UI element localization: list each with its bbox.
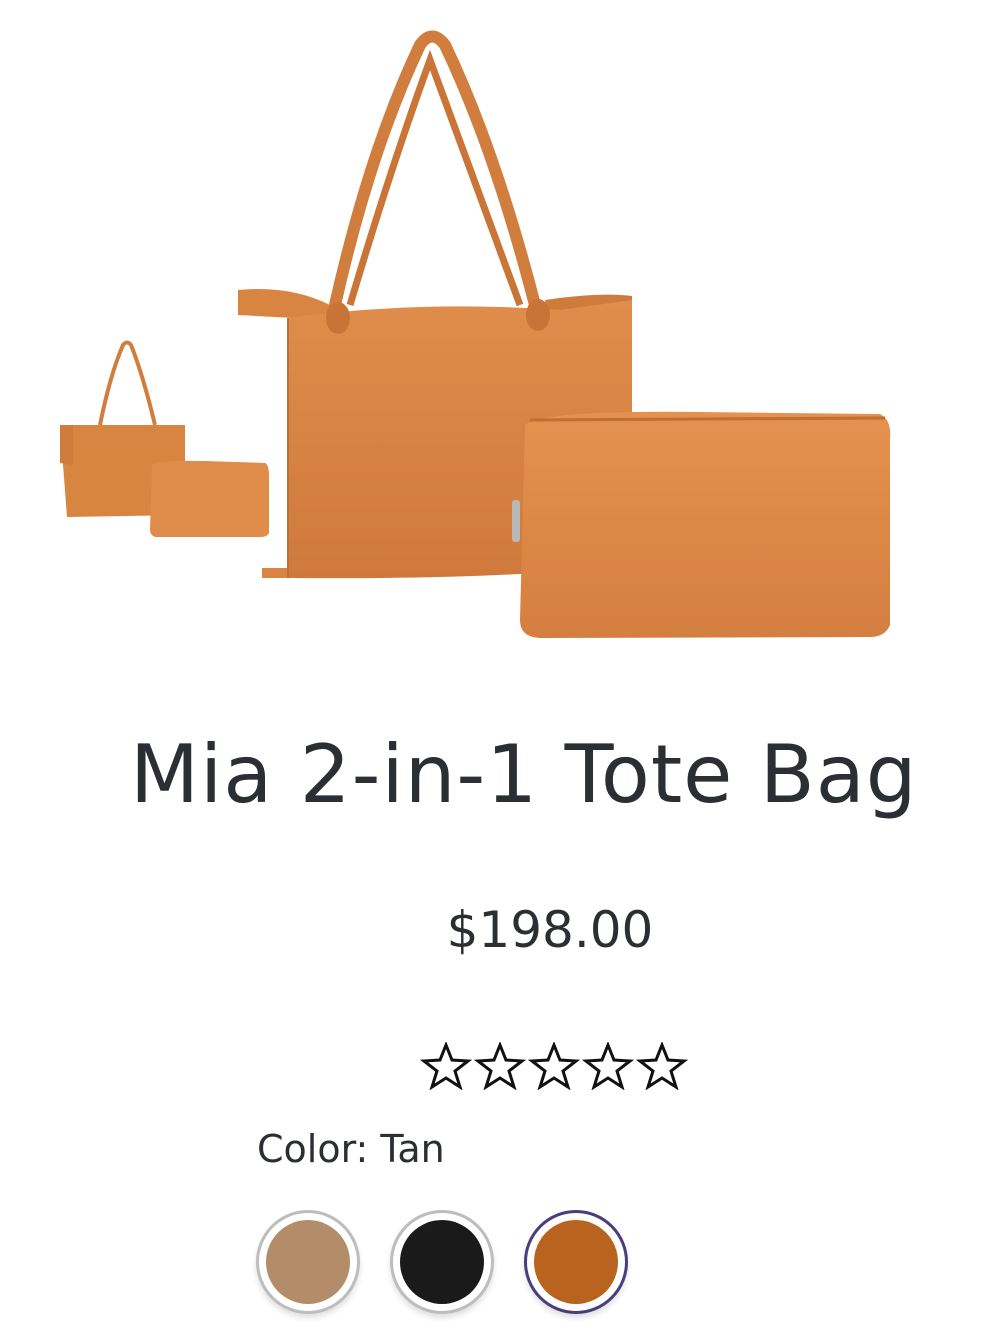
star-outline-icon[interactable] [420, 1042, 472, 1090]
product-title: Mia 2-in-1 Tote Bag [130, 728, 918, 821]
thumbnail-image [60, 340, 269, 537]
swatch-cognac[interactable] [524, 1210, 628, 1314]
star-outline-icon[interactable] [582, 1042, 634, 1090]
swatch-tan[interactable] [256, 1210, 360, 1314]
star-outline-icon[interactable] [636, 1042, 688, 1090]
swatch-tan-fill [266, 1220, 350, 1304]
star-outline-icon[interactable] [528, 1042, 580, 1090]
color-label: Color: Tan [257, 1127, 445, 1171]
product-price: $198.00 [446, 901, 654, 959]
color-swatches [256, 1210, 628, 1314]
rating-stars[interactable] [420, 1042, 688, 1090]
swatch-black[interactable] [390, 1210, 494, 1314]
swatch-black-fill [400, 1220, 484, 1304]
product-thumbnail[interactable] [55, 335, 275, 545]
swatch-cognac-fill [534, 1220, 618, 1304]
star-outline-icon[interactable] [474, 1042, 526, 1090]
